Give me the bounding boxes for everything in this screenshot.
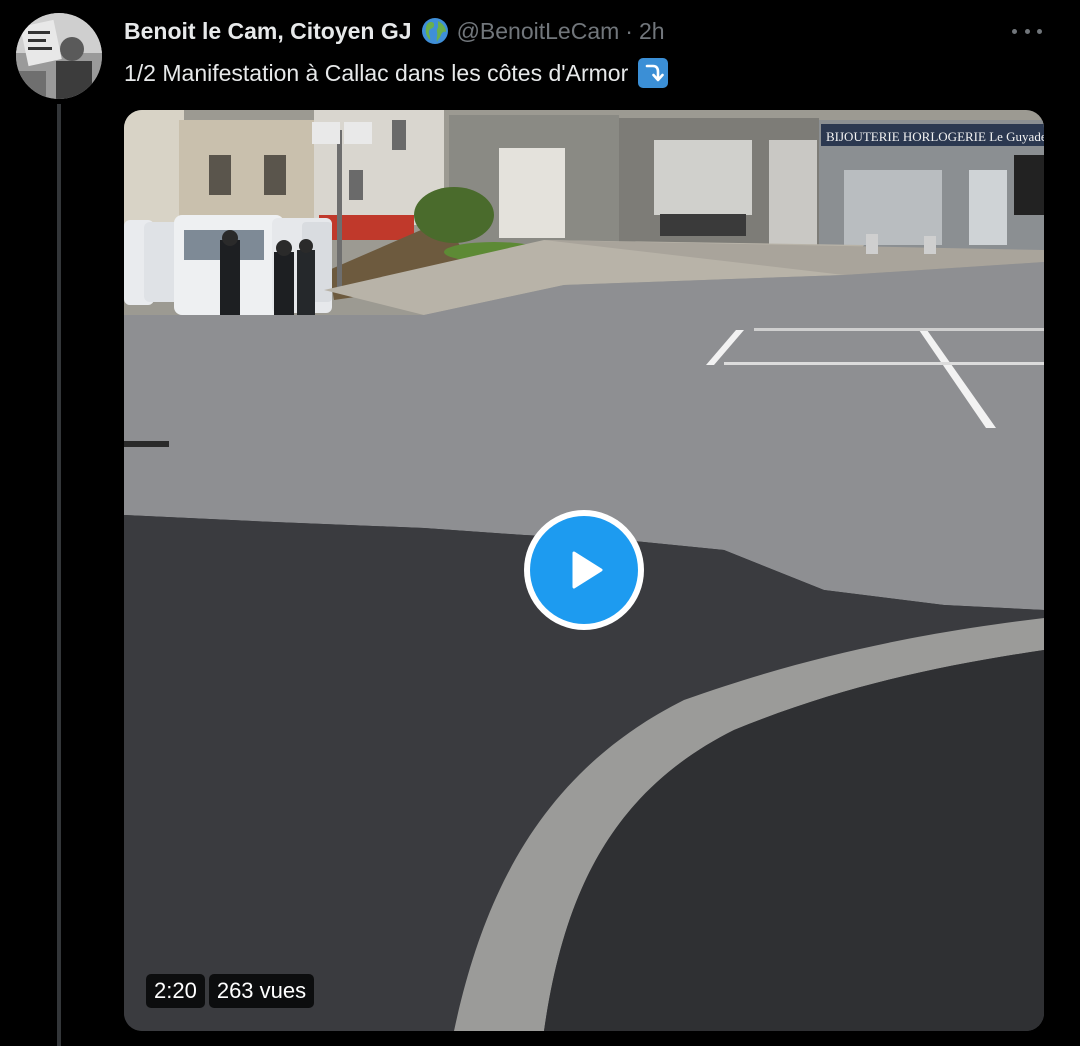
play-button[interactable] <box>524 510 644 630</box>
video-player[interactable]: BIJOUTERIE HORLOGERIE Le Guyader 2:20 26… <box>124 110 1044 1031</box>
separator-dot: · <box>625 17 633 44</box>
video-duration: 2:20 <box>146 974 205 1008</box>
handle[interactable]: @BenoitLeCam <box>457 18 620 45</box>
avatar[interactable] <box>16 13 102 99</box>
display-name[interactable]: Benoit le Cam, Citoyen GJ <box>124 18 412 45</box>
timestamp[interactable]: 2h <box>639 18 665 45</box>
shop-sign: BIJOUTERIE HORLOGERIE Le Guyader <box>826 129 1044 144</box>
more-options-icon[interactable] <box>1012 20 1042 42</box>
tweet: Benoit le Cam, Citoyen GJ @BenoitLeCam ·… <box>0 0 1080 1046</box>
tweet-text: 1/2 Manifestation à Callac dans les côte… <box>124 60 629 86</box>
play-icon <box>530 516 638 624</box>
view-count: 263 vues <box>208 974 315 1008</box>
tweet-header: Benoit le Cam, Citoyen GJ @BenoitLeCam ·… <box>124 14 665 48</box>
thread-line <box>57 104 61 1046</box>
video-badges: 2:20 263 vues <box>146 974 315 1008</box>
tweet-text-container: 1/2 Manifestation à Callac dans les côte… <box>124 56 669 90</box>
globe-icon <box>421 17 449 45</box>
arrow-turn-down-icon <box>638 58 669 88</box>
